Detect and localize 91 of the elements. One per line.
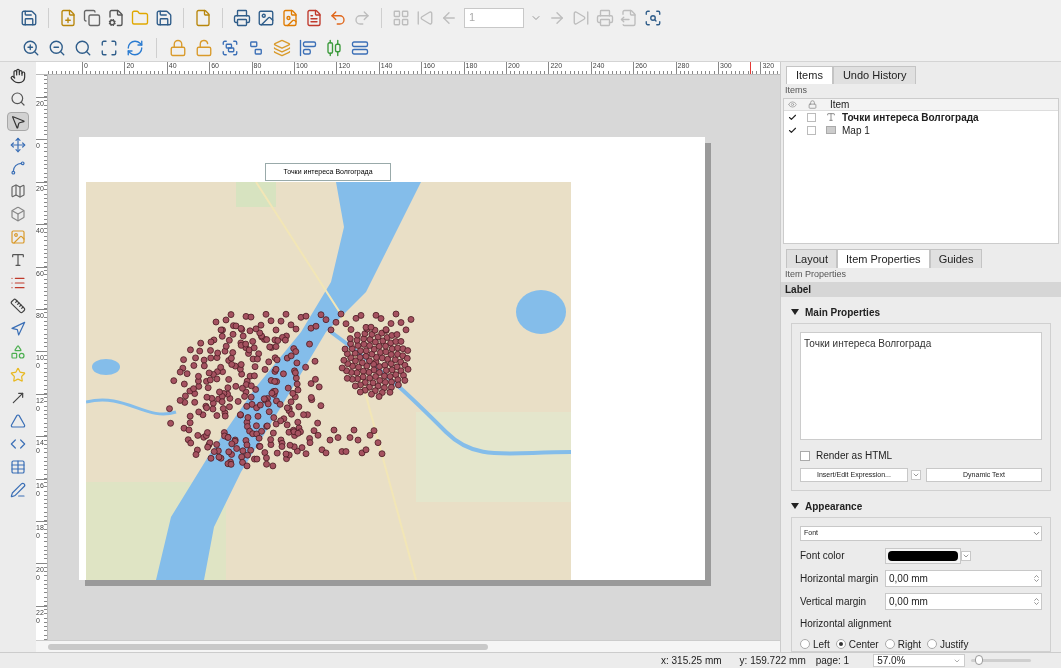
dropdown-icon[interactable] [1032,529,1041,538]
slider-thumb[interactable] [974,655,983,665]
printer-icon[interactable] [233,8,251,27]
radio-option[interactable]: Center [835,636,879,652]
triangle-icon [10,412,26,429]
undo-icon[interactable] [329,8,347,27]
image-icon[interactable] [257,8,275,27]
lock-checkbox[interactable] [807,112,816,122]
column-header: Item [830,97,850,112]
collapse-arrow-icon[interactable] [791,502,799,510]
nodes-icon [10,159,26,176]
checkbox[interactable] [800,450,810,461]
ruler-icon [10,297,26,314]
lock-icon [808,99,817,109]
file-text-icon[interactable] [305,8,323,27]
lock-checkbox[interactable] [807,125,816,135]
table-icon [10,458,26,475]
text-icon [10,251,26,268]
pointer-icon [10,113,26,130]
panel-tab[interactable]: Undo History [832,66,917,84]
copy-icon[interactable] [83,8,101,27]
move-icon [10,136,26,153]
radio-option[interactable]: Justify [927,636,969,652]
field-label: Vertical margin [800,595,868,609]
collapse-arrow-icon[interactable] [791,308,799,316]
zoom-icon [10,90,26,107]
map-icon [10,182,26,199]
horizontal-scrollbar[interactable] [36,640,780,652]
north-arrow-icon [10,320,26,337]
ungroup-icon[interactable] [247,39,265,57]
spin-box[interactable]: 0,00 mm [885,570,1042,587]
save-icon[interactable] [155,8,173,27]
visibility-checkbox[interactable] [788,112,797,122]
zoom-icon[interactable] [74,39,92,57]
tool-button[interactable] [7,112,29,131]
cube-icon [10,205,26,222]
image-icon [10,228,26,245]
panel-tab[interactable]: Items [786,66,833,84]
zoom-in-icon[interactable] [22,39,40,57]
dropdown-icon[interactable] [911,470,921,480]
zoom-out-icon[interactable] [48,39,66,57]
panel-tab[interactable]: Layout [786,249,838,269]
preview-icon[interactable] [644,8,662,27]
field-label: Horizontal margin [800,572,880,586]
field-label: Font color [800,549,846,563]
spinner-arrows-icon[interactable] [1032,597,1041,606]
group-title: Appearance [805,499,863,514]
y-coordinate: y: 159.722 mm [739,654,806,668]
panel-title: Item Properties [785,268,847,282]
radio-option[interactable]: Left [800,636,830,652]
file-image-icon[interactable] [281,8,299,27]
resize-icon[interactable] [351,39,369,57]
distribute-icon[interactable] [325,39,343,57]
unlock-icon[interactable] [195,39,213,57]
dropdown-icon[interactable] [961,550,971,561]
item-row[interactable]: Map 1 [784,123,1058,137]
panel-title: Items [785,84,807,98]
file-icon[interactable] [194,8,212,27]
align-icon[interactable] [299,39,317,57]
field-label: Horizontal alignment [800,617,893,631]
shapes-icon [10,343,26,360]
item-row[interactable]: Точки интереса Волгограда [784,110,1058,124]
save-icon[interactable] [20,8,38,27]
zoom-field[interactable]: 57.0% [873,654,966,667]
section-heading: Label [785,283,812,297]
zoom-full-icon[interactable] [100,39,118,57]
eye-icon [788,99,797,109]
visibility-checkbox[interactable] [788,125,797,135]
radio-option[interactable]: Right [884,636,922,652]
spinner-arrows-icon[interactable] [1032,574,1041,583]
spin-box[interactable]: 0,00 mm [885,593,1042,610]
group-icon[interactable] [221,39,239,57]
file-gear-icon[interactable] [107,8,125,27]
panel-tab[interactable]: Guides [929,249,983,269]
label-text-area[interactable]: Точки интереса Волгограда [800,332,1042,440]
page-number: page: 1 [815,654,850,668]
layers-icon[interactable] [273,39,291,57]
hand-icon [10,67,26,84]
item-name: Точки интереса Волгограда [842,110,979,125]
map-icon [826,126,836,135]
refresh-icon[interactable] [126,39,144,57]
x-coordinate: x: 315.25 mm [661,654,722,668]
lock-icon[interactable] [169,39,187,57]
pencil-icon [10,481,26,498]
panel-tab[interactable]: Item Properties [837,249,930,269]
new-file-icon[interactable] [59,8,77,27]
text-icon [826,112,836,123]
item-name: Map 1 [842,123,870,138]
checkbox-label: Render as HTML [816,449,893,463]
group-title: Main Properties [805,305,881,320]
star-icon [10,366,26,383]
